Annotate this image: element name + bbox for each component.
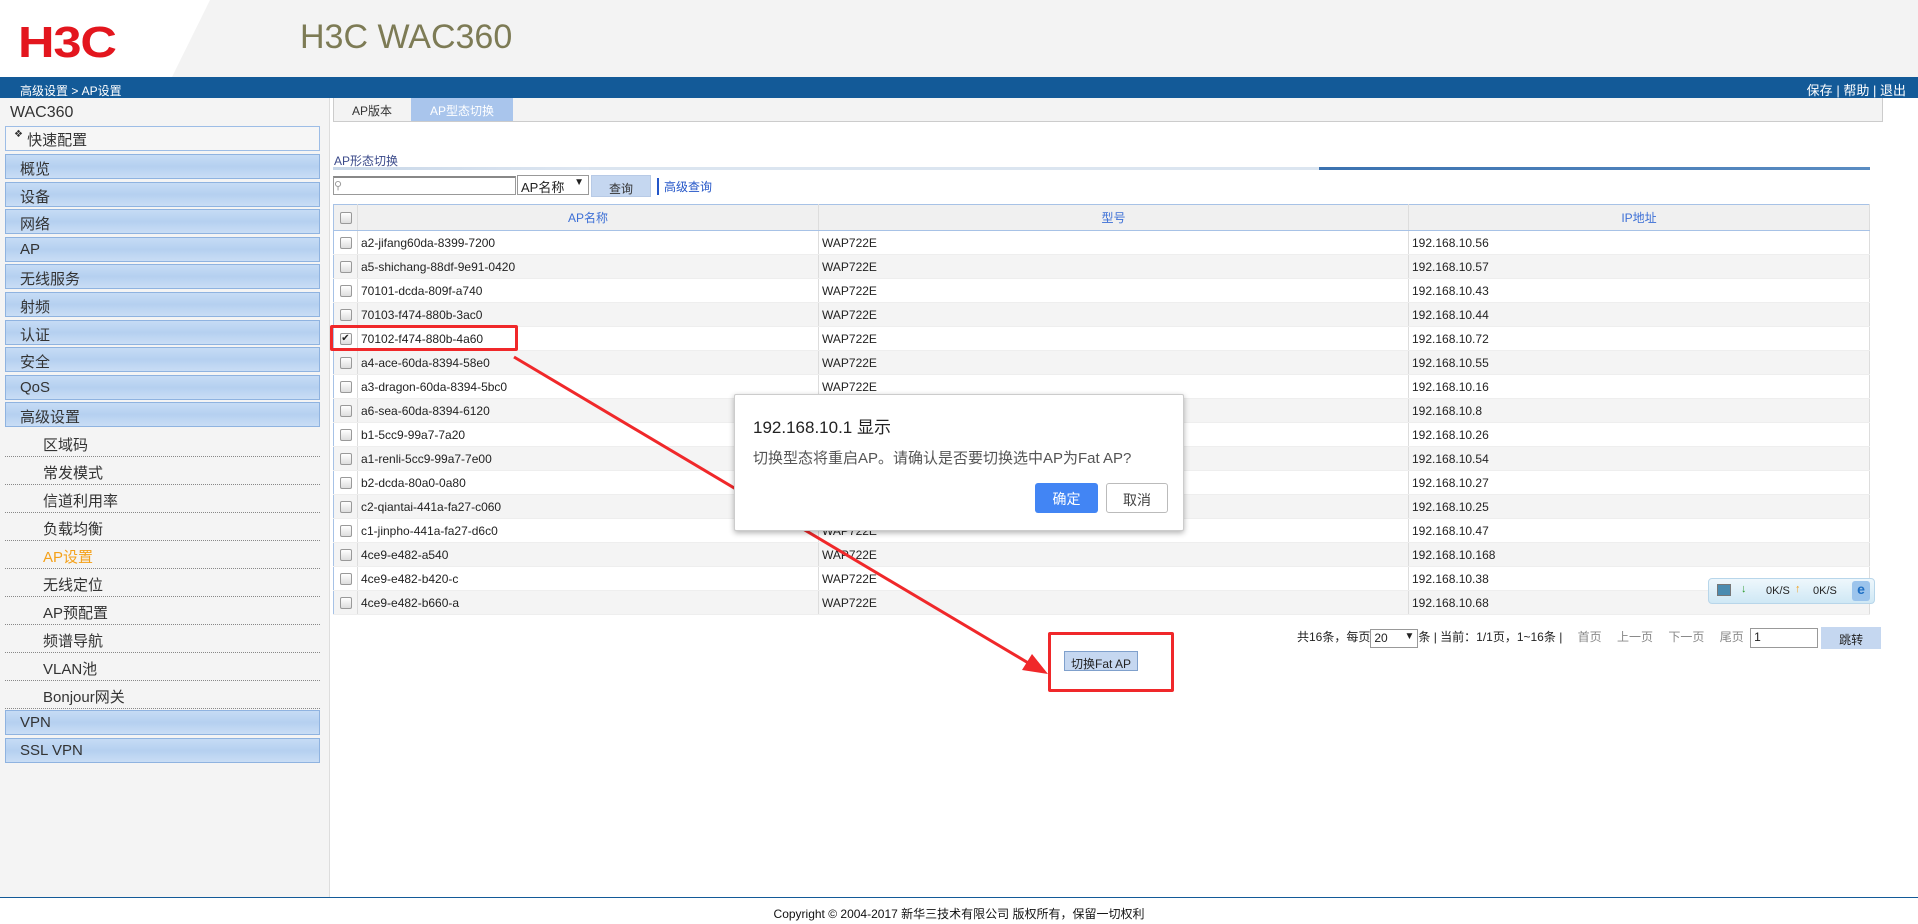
network-speed-widget[interactable]: ↓ 0K/S ↑ 0K/S e xyxy=(1708,578,1875,604)
ok-button[interactable]: 确定 xyxy=(1035,483,1098,513)
download-speed: 0K/S xyxy=(1766,585,1790,597)
arrow-head-icon xyxy=(1022,654,1048,674)
upload-arrow-icon: ↑ xyxy=(1795,583,1801,595)
confirm-dialog: 192.168.10.1 显示 切换型态将重启AP。请确认是否要切换选中AP为F… xyxy=(734,394,1184,531)
monitor-icon xyxy=(1717,584,1731,596)
download-arrow-icon: ↓ xyxy=(1741,583,1747,595)
dialog-title: 192.168.10.1 显示 xyxy=(753,418,891,437)
copyright: Copyright © 2004-2017 新华三技术有限公司 版权所有，保留一… xyxy=(773,907,1145,921)
browser-icon: e xyxy=(1852,581,1870,601)
upload-speed: 0K/S xyxy=(1813,585,1837,597)
dialog-message: 切换型态将重启AP。请确认是否要切换选中AP为Fat AP? xyxy=(753,450,1132,467)
footer-divider xyxy=(0,897,1918,898)
cancel-button[interactable]: 取消 xyxy=(1106,483,1168,513)
